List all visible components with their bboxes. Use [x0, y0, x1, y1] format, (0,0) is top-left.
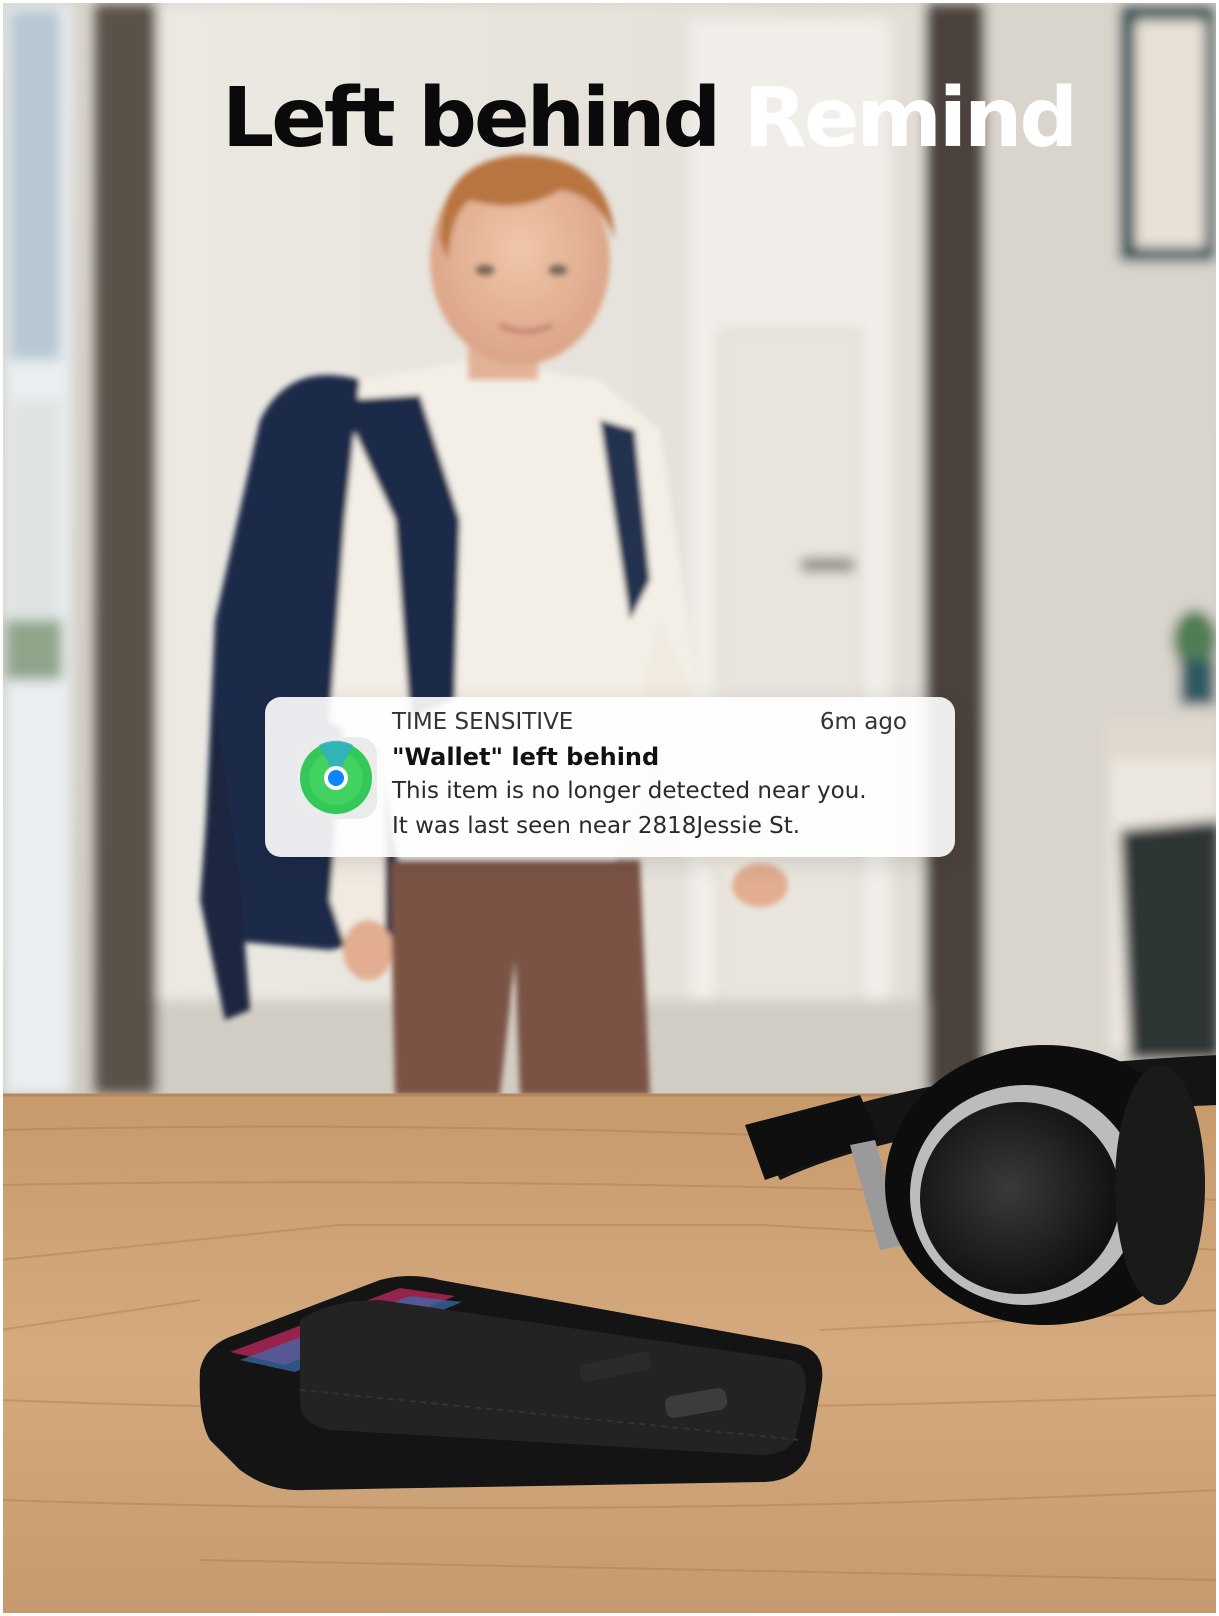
product-image: Left behind Remind TIME SENSITIVE 6m ago…	[0, 0, 1219, 1616]
left-behind-notification[interactable]: TIME SENSITIVE 6m ago "Wallet" left behi…	[265, 697, 955, 857]
notification-category: TIME SENSITIVE	[392, 709, 574, 735]
notification-title: "Wallet" left behind	[392, 743, 660, 771]
notification-time: 6m ago	[819, 709, 907, 735]
headline-part-2: Remind	[743, 71, 1078, 166]
headline: Left behind Remind	[222, 78, 1078, 160]
headline-part-1: Left behind	[222, 71, 721, 166]
notification-body-line-1: This item is no longer detected near you…	[392, 778, 867, 804]
find-my-icon	[295, 737, 377, 819]
notification-body-line-2: It was last seen near 2818Jessie St.	[392, 813, 801, 839]
